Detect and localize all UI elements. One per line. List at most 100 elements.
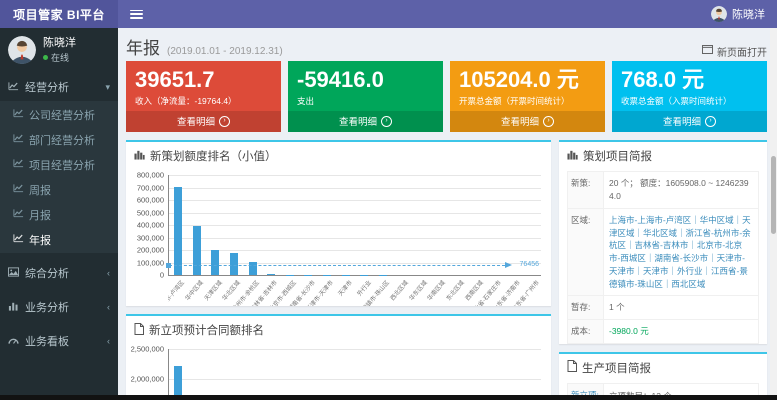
bar-chart-planning-rank: 800,000 700,000 600,000 500,000 400,000 300,0…: [126, 169, 551, 306]
bar: [267, 273, 276, 276]
line-chart-icon: [8, 81, 19, 94]
bar: [285, 274, 294, 276]
bar-slot: [448, 349, 467, 395]
stat-card-body: 105204.0 元开票总金额（开票时间统计）: [450, 61, 605, 111]
bar-slot: [243, 349, 262, 395]
sidebar-item-业务看板[interactable]: 业务看板 ‹: [0, 327, 118, 355]
app-logo[interactable]: 项目管家 BI平台: [0, 0, 118, 28]
page-header: 年报 (2019.01.01 - 2019.12.31) 新页面打开: [126, 34, 767, 59]
view-detail-button[interactable]: 查看明细 ›: [288, 111, 443, 133]
panel-title: 新立项预计合同额排名: [149, 325, 264, 338]
bottom-bar: [0, 395, 777, 400]
sidebar-menu: 经营分析 ▾ 公司经营分析 部门经营分析 项目经营分析 周报 月报 年报 综合分析 ‹ 业务分析 ‹ 业…: [0, 73, 118, 361]
sidebar-item-年报[interactable]: 年报: [0, 227, 118, 252]
panels-area: 新策划额度排名（小值） 800,000 700,000 600,000 500,000…: [126, 140, 767, 395]
menu-gap: [0, 355, 118, 361]
stat-cards-row: 39651.7 收入（净流量：-19764.4） 查看明细 › -59416.0 支出 查看…: [126, 61, 767, 133]
open-in-new-page-button[interactable]: 新页面打开: [702, 44, 767, 59]
bar-slot: [522, 349, 541, 395]
scrollbar-track[interactable]: [770, 28, 777, 395]
bar-slot: [206, 175, 225, 276]
user-online-status: 在线: [43, 51, 76, 64]
bar-slot: [355, 175, 374, 276]
open-in-new-page-label: 新页面打开: [717, 47, 767, 59]
line-chart-icon: [13, 133, 24, 146]
picture-icon: [8, 267, 19, 280]
chevron-down-icon: ▾: [105, 81, 110, 92]
panel-header: 新立项预计合同额排名: [126, 316, 551, 343]
sidebar-item-业务分析[interactable]: 业务分析 ‹: [0, 293, 118, 321]
bar-slot: [225, 349, 244, 395]
scrollbar-thumb[interactable]: [771, 156, 776, 234]
bar-slot: [281, 349, 300, 395]
bar-slot: [411, 349, 430, 395]
view-detail-button[interactable]: 查看明细 ›: [612, 111, 767, 133]
view-detail-button[interactable]: 查看明细 ›: [450, 111, 605, 133]
stat-card-label: 收入（净流量：-19764.4）: [135, 96, 237, 107]
sidebar-item-综合分析[interactable]: 综合分析 ‹: [0, 259, 118, 287]
average-value-label: 76456: [519, 261, 539, 269]
sidebar-item-label: 业务看板: [25, 336, 69, 349]
bar-slot: [169, 349, 188, 395]
x-axis-tick-label: 上海市-上海市-卢湾区: [168, 280, 187, 307]
sidebar-item-月报[interactable]: 月报: [0, 202, 118, 227]
sidebar-item-公司经营分析[interactable]: 公司经营分析: [0, 102, 118, 127]
x-axis-tick-label: 华南区域: [427, 280, 448, 303]
topbar-user-menu[interactable]: 陈晓洋: [711, 6, 777, 22]
sidebar-item-label: 年报: [29, 234, 51, 247]
panel-header: 生产项目简报: [559, 354, 767, 381]
stat-card-value: 768.0 元: [621, 67, 705, 92]
brief-row-label: 区域:: [568, 208, 604, 296]
bar-slot: [448, 175, 467, 276]
stat-card-body: 39651.7 收入（净流量：-19764.4）: [126, 61, 281, 111]
arrow-circle-right-icon: ›: [219, 115, 230, 127]
bar-chart-icon: [134, 149, 145, 163]
menu-toggle-button[interactable]: [130, 9, 143, 19]
sidebar-item-周报[interactable]: 周报: [0, 177, 118, 202]
x-axis-tick-label: 东北区域: [445, 280, 466, 303]
bar-slot: [188, 175, 207, 276]
x-axis-tick-label: 华东区域: [408, 280, 429, 303]
main-content: 年报 (2019.01.01 - 2019.12.31) 新页面打开 39651…: [118, 28, 777, 395]
sidebar-submenu: 公司经营分析 部门经营分析 项目经营分析 周报 月报年报: [0, 101, 118, 254]
average-marker: [166, 262, 171, 268]
line-chart-icon: [13, 233, 24, 246]
bar-chart-contract-rank: 2,500,0002,000,0001,500,0001,000,000500,…: [126, 343, 551, 395]
brief-row-label: 新立项:: [568, 383, 604, 395]
bar-slot: [336, 349, 355, 395]
sidebar-item-经营分析[interactable]: 经营分析 ▾: [0, 73, 118, 101]
line-chart-icon: [13, 183, 24, 196]
y-axis-tick-label: 200,000: [136, 245, 164, 255]
brief-row: 暂存: 1 个: [568, 296, 758, 321]
sidebar-item-部门经营分析[interactable]: 部门经营分析: [0, 127, 118, 152]
bar-slot: [336, 175, 355, 276]
sidebar-user-name: 陈晓洋: [43, 37, 76, 49]
brief-row: 新策: 20 个； 额度：1605908.0 ~ 12462394.0: [568, 172, 758, 209]
production-brief-table: 新立项:立项数目：12 个预计合同额：4400778.0 元估算成本：30076…: [567, 382, 759, 395]
x-axis-tick-label: 天津区域: [203, 280, 224, 303]
bar: [174, 186, 183, 276]
brief-row-value: 上海市-上海市-卢湾区｜华中区域｜天津区域｜华北区域｜浙江省-杭州市-余杭区｜吉…: [609, 214, 751, 289]
bar-slot: [467, 349, 486, 395]
bar-slot: [374, 349, 393, 395]
bar-slot: [225, 175, 244, 276]
bar: [192, 225, 201, 276]
bar: [211, 249, 220, 276]
x-axis-tick-label: 西北区域: [389, 280, 410, 303]
y-axis-tick-label: 2,500,000: [130, 344, 164, 354]
bar-slot: [262, 349, 281, 395]
bar-slot: [281, 175, 300, 276]
top-navbar: 项目管家 BI平台 陈晓洋: [0, 0, 777, 28]
bar-slot: [374, 175, 393, 276]
left-column: 新策划额度排名（小值） 800,000 700,000 600,000 500,000…: [126, 140, 551, 395]
bar-chart-icon: [8, 301, 19, 314]
sidebar: 陈晓洋 在线 经营分析 ▾ 公司经营分析 部门经营分析 项目经营分析 周报 月报年报综合分析…: [0, 28, 118, 395]
sidebar-item-label: 经营分析: [25, 82, 69, 95]
x-slot: 江西省-景德镇市-珠山区: [346, 276, 392, 306]
sidebar-item-label: 业务分析: [25, 302, 69, 315]
bar-slot: [392, 175, 411, 276]
bar-slot: [392, 349, 411, 395]
sidebar-item-项目经营分析[interactable]: 项目经营分析: [0, 152, 118, 177]
view-detail-button[interactable]: 查看明细 ›: [126, 111, 281, 133]
bar-slot: [504, 349, 523, 395]
